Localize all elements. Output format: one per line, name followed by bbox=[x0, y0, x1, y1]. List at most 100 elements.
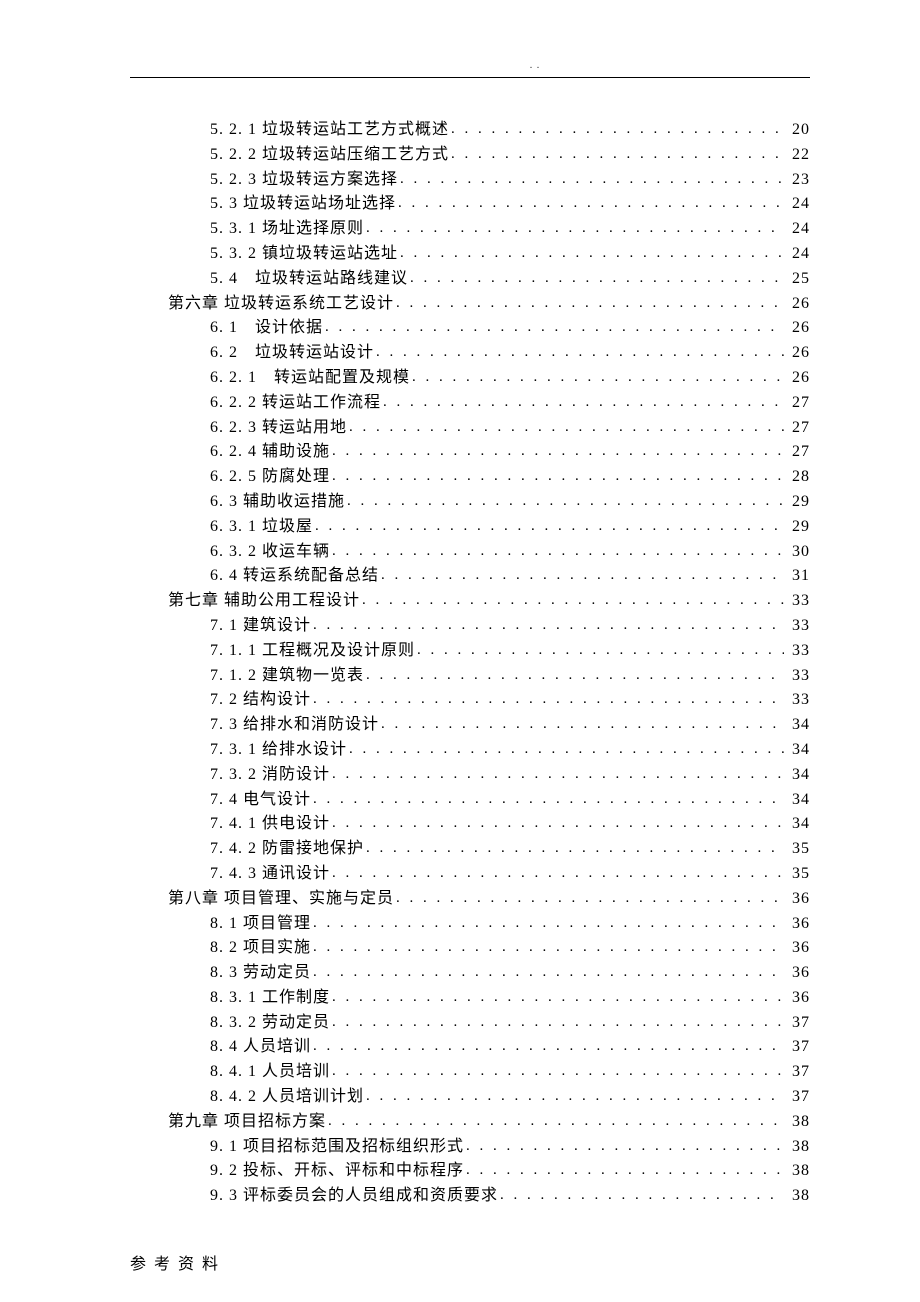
toc-leader-dots bbox=[349, 738, 784, 754]
toc-entry: 9. 3 评标委员会的人员组成和资质要求38 bbox=[210, 1184, 810, 1209]
toc-entry-page: 38 bbox=[786, 1135, 810, 1160]
toc-leader-dots bbox=[313, 912, 784, 928]
toc-entry-label: 6. 3. 1 垃圾屋 bbox=[210, 515, 313, 540]
toc-entry-label: 第六章 垃圾转运系统工艺设计 bbox=[168, 292, 394, 317]
toc-entry-label: 5. 3. 1 场址选择原则 bbox=[210, 217, 364, 242]
toc-entry-page: 37 bbox=[786, 1011, 810, 1036]
toc-entry: 8. 3 劳动定员36 bbox=[210, 961, 810, 986]
toc-entry: 7. 4. 1 供电设计34 bbox=[210, 812, 810, 837]
toc-entry-label: 8. 3 劳动定员 bbox=[210, 961, 311, 986]
toc-entry: 7. 3 给排水和消防设计34 bbox=[210, 713, 810, 738]
toc-leader-dots bbox=[366, 837, 784, 853]
toc-entry-page: 26 bbox=[786, 341, 810, 366]
toc-leader-dots bbox=[313, 961, 784, 977]
toc-entry: 8. 4. 2 人员培训计划37 bbox=[210, 1085, 810, 1110]
toc-leader-dots bbox=[398, 192, 784, 208]
toc-entry-label: 第八章 项目管理、实施与定员 bbox=[168, 887, 394, 912]
toc-leader-dots bbox=[366, 1085, 784, 1101]
toc-entry-page: 36 bbox=[786, 986, 810, 1011]
toc-entry-label: 6. 3 辅助收运措施 bbox=[210, 490, 345, 515]
toc-entry-label: 7. 1. 1 工程概况及设计原则 bbox=[210, 639, 415, 664]
toc-entry: 6. 3. 1 垃圾屋29 bbox=[210, 515, 810, 540]
toc-entry-label: 7. 3. 2 消防设计 bbox=[210, 763, 330, 788]
toc-entry-page: 25 bbox=[786, 267, 810, 292]
toc-entry-page: 33 bbox=[786, 614, 810, 639]
toc-entry-label: 5. 2. 1 垃圾转运站工艺方式概述 bbox=[210, 118, 449, 143]
toc-leader-dots bbox=[315, 515, 784, 531]
toc-leader-dots bbox=[400, 168, 784, 184]
toc-entry: 5. 3. 2 镇垃圾转运站选址24 bbox=[210, 242, 810, 267]
toc-entry-page: 34 bbox=[786, 812, 810, 837]
toc-entry: 6. 2. 2 转运站工作流程 27 bbox=[210, 391, 810, 416]
toc-leader-dots bbox=[362, 589, 784, 605]
toc-entry-page: 29 bbox=[786, 490, 810, 515]
toc-entry: 7. 3. 2 消防设计 34 bbox=[210, 763, 810, 788]
toc-entry-label: 第七章 辅助公用工程设计 bbox=[168, 589, 360, 614]
toc-leader-dots bbox=[332, 763, 784, 779]
toc-entry-label: 6. 1 设计依据 bbox=[210, 316, 323, 341]
toc-leader-dots bbox=[347, 490, 784, 506]
toc-entry: 8. 3. 2 劳动定员 37 bbox=[210, 1011, 810, 1036]
toc-leader-dots bbox=[332, 862, 784, 878]
toc-entry-page: 31 bbox=[786, 564, 810, 589]
toc-entry-label: 7. 3. 1 给排水设计 bbox=[210, 738, 347, 763]
toc-leader-dots bbox=[410, 267, 784, 283]
toc-leader-dots bbox=[332, 1060, 784, 1076]
toc-entry-label: 7. 2 结构设计 bbox=[210, 688, 311, 713]
toc-entry: 6. 3 辅助收运措施 29 bbox=[210, 490, 810, 515]
toc-leader-dots bbox=[332, 540, 784, 556]
toc-entry-page: 26 bbox=[786, 316, 810, 341]
toc-leader-dots bbox=[466, 1159, 784, 1175]
toc-entry-page: 34 bbox=[786, 738, 810, 763]
toc-leader-dots bbox=[381, 564, 784, 580]
toc-entry: 6. 2 垃圾转运站设计26 bbox=[210, 341, 810, 366]
toc-entry-page: 33 bbox=[786, 639, 810, 664]
toc-entry-label: 6. 2. 1 转运站配置及规模 bbox=[210, 366, 410, 391]
toc-entry-label: 5. 3. 2 镇垃圾转运站选址 bbox=[210, 242, 398, 267]
toc-entry: 8. 2 项目实施 36 bbox=[210, 936, 810, 961]
toc-leader-dots bbox=[466, 1135, 784, 1151]
toc-entry-label: 6. 2. 3 转运站用地 bbox=[210, 416, 347, 441]
toc-leader-dots bbox=[417, 639, 784, 655]
toc-entry-page: 24 bbox=[786, 217, 810, 242]
toc-entry: 7. 3. 1 给排水设计 34 bbox=[210, 738, 810, 763]
toc-leader-dots bbox=[400, 242, 784, 258]
toc-leader-dots bbox=[332, 1011, 784, 1027]
toc-entry-label: 9. 1 项目招标范围及招标组织形式 bbox=[210, 1135, 464, 1160]
toc-entry: 7. 1. 1 工程概况及设计原则 33 bbox=[210, 639, 810, 664]
toc-entry: 5. 3. 1 场址选择原则 24 bbox=[210, 217, 810, 242]
toc-entry-label: 8. 4 人员培训 bbox=[210, 1035, 311, 1060]
toc-entry-label: 6. 2. 2 转运站工作流程 bbox=[210, 391, 381, 416]
toc-entry-label: 8. 3. 2 劳动定员 bbox=[210, 1011, 330, 1036]
toc-entry-label: 7. 3 给排水和消防设计 bbox=[210, 713, 379, 738]
toc-entry-label: 8. 2 项目实施 bbox=[210, 936, 311, 961]
toc-entry-page: 27 bbox=[786, 391, 810, 416]
table-of-contents: 5. 2. 1 垃圾转运站工艺方式概述205. 2. 2 垃圾转运站压缩工艺方式… bbox=[130, 118, 810, 1209]
toc-entry-page: 34 bbox=[786, 763, 810, 788]
toc-entry: 6. 2. 5 防腐处理28 bbox=[210, 465, 810, 490]
toc-entry: 7. 1. 2 建筑物一览表33 bbox=[210, 664, 810, 689]
toc-leader-dots bbox=[500, 1184, 784, 1200]
toc-entry-page: 23 bbox=[786, 168, 810, 193]
toc-leader-dots bbox=[332, 812, 784, 828]
toc-entry: 6. 4 转运系统配备总结31 bbox=[210, 564, 810, 589]
toc-leader-dots bbox=[313, 688, 784, 704]
toc-leader-dots bbox=[313, 788, 784, 804]
toc-entry: 7. 4. 3 通讯设计35 bbox=[210, 862, 810, 887]
toc-entry-label: 7. 1 建筑设计 bbox=[210, 614, 311, 639]
toc-leader-dots bbox=[349, 416, 784, 432]
toc-entry: 6. 2. 4 辅助设施27 bbox=[210, 440, 810, 465]
toc-entry: 5. 4 垃圾转运站路线建议25 bbox=[210, 267, 810, 292]
toc-entry-page: 35 bbox=[786, 862, 810, 887]
toc-leader-dots bbox=[451, 143, 784, 159]
toc-leader-dots bbox=[328, 1110, 784, 1126]
toc-leader-dots bbox=[366, 217, 784, 233]
toc-entry: 7. 4. 2 防雷接地保护35 bbox=[210, 837, 810, 862]
toc-entry-page: 27 bbox=[786, 440, 810, 465]
toc-entry-label: 6. 2. 5 防腐处理 bbox=[210, 465, 330, 490]
toc-entry-page: 36 bbox=[786, 936, 810, 961]
toc-entry-page: 36 bbox=[786, 887, 810, 912]
toc-entry-page: 24 bbox=[786, 192, 810, 217]
toc-entry-page: 37 bbox=[786, 1085, 810, 1110]
toc-entry-label: 9. 2 投标、开标、评标和中标程序 bbox=[210, 1159, 464, 1184]
